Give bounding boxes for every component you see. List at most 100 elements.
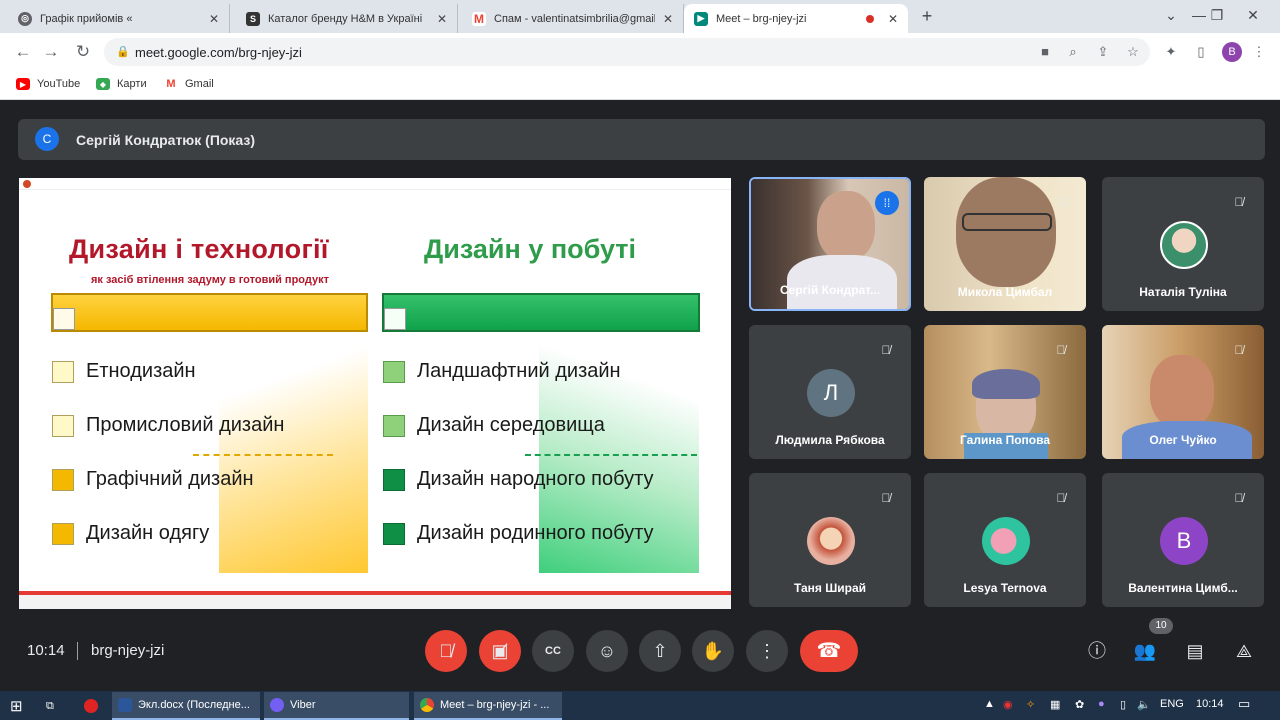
- battery-icon[interactable]: ▯: [1120, 698, 1126, 711]
- yellow-bar: [51, 293, 368, 332]
- bullet-square: [52, 360, 74, 383]
- close-icon[interactable]: ✕: [207, 12, 221, 26]
- list-item: Дизайн середовища: [383, 414, 605, 437]
- taskbar-app-word[interactable]: Экл.docx (Последне...: [112, 692, 260, 720]
- tab-title: Спам - valentinatsimbrilia@gmail: [494, 12, 655, 25]
- extensions-icon[interactable]: ✦: [1162, 44, 1180, 60]
- mic-off-button[interactable]: 🎙̸: [425, 630, 467, 672]
- tray-app-icon[interactable]: ✧: [1026, 698, 1035, 711]
- maximize-button[interactable]: ❐: [1202, 5, 1232, 25]
- participant-tile[interactable]: 🎙̸ Таня Ширай: [749, 473, 911, 607]
- slide-title-left: Дизайн і технології: [69, 234, 329, 264]
- slide-title-right: Дизайн у побуті: [424, 234, 637, 264]
- tray-app-icon[interactable]: ▦: [1050, 698, 1060, 711]
- bookmark-maps[interactable]: ◆ Карти: [96, 78, 147, 90]
- people-icon[interactable]: 👥: [1132, 638, 1158, 664]
- camera-icon[interactable]: ■: [1036, 44, 1054, 60]
- close-icon[interactable]: ✕: [435, 12, 449, 26]
- mic-muted-icon: 🎙̸: [1056, 343, 1066, 357]
- taskbar-app-chrome[interactable]: Meet – brg-njey-jzi - ...: [414, 692, 562, 720]
- tab-meet[interactable]: ▶ Meet – brg-njey-jzi ✕: [684, 4, 908, 33]
- tray-arrow-icon[interactable]: ▲: [984, 698, 995, 710]
- menu-dots-icon[interactable]: ⋮: [1250, 44, 1268, 60]
- bullet-square: [383, 522, 405, 545]
- bookmark-label: Gmail: [185, 78, 214, 90]
- taskbar-clock[interactable]: 10:14: [1196, 698, 1224, 710]
- task-view-icon[interactable]: ⧉: [40, 692, 60, 720]
- viber-tray-icon[interactable]: ●: [1098, 698, 1105, 710]
- participant-tile[interactable]: В 🎙̸ Валентина Цимб...: [1102, 473, 1264, 607]
- tray-app-icon[interactable]: ✿: [1075, 698, 1084, 711]
- mic-muted-icon: 🎙̸: [1234, 343, 1244, 357]
- participant-tile[interactable]: 🎙̸ Микола Цимбал: [924, 177, 1086, 311]
- participant-tile[interactable]: Л 🎙̸ Людмила Рябкова: [749, 325, 911, 459]
- activities-icon[interactable]: ⟁: [1231, 638, 1257, 664]
- opera-icon[interactable]: [78, 692, 110, 720]
- slide-window-titlebar: [19, 178, 731, 190]
- lock-icon[interactable]: 🔒: [116, 45, 130, 58]
- participant-video: [817, 191, 875, 261]
- bullet-square: [52, 414, 74, 437]
- yellow-gradient: [219, 343, 368, 573]
- info-icon[interactable]: ⓘ: [1084, 638, 1110, 664]
- more-options-button[interactable]: ⋮: [746, 630, 788, 672]
- notifications-icon[interactable]: ▭: [1238, 696, 1250, 712]
- forward-button[interactable]: →: [40, 41, 62, 63]
- list-item-text: Дизайн середовища: [417, 414, 605, 436]
- list-item: Дизайн родинного побуту: [383, 522, 654, 545]
- list-item-text: Дизайн одягу: [86, 522, 210, 544]
- taskbar-app-viber[interactable]: Viber: [264, 692, 409, 720]
- start-windows-icon[interactable]: ⊞: [4, 692, 29, 720]
- avatar: Л: [807, 369, 855, 417]
- zoom-icon[interactable]: ⌕: [1064, 44, 1082, 60]
- participant-tile[interactable]: 🎙̸ Олег Чуйко: [1102, 325, 1264, 459]
- tray-app-icon[interactable]: ◉: [1003, 698, 1013, 711]
- tab-schedule[interactable]: ◎ Графік прийомів « ✕: [8, 4, 230, 33]
- volume-icon[interactable]: 🔈: [1137, 698, 1151, 711]
- present-button[interactable]: ⇧: [639, 630, 681, 672]
- shop-s-icon: S: [246, 11, 260, 26]
- captions-button[interactable]: CC: [532, 630, 574, 672]
- chevron-down-icon[interactable]: ⌄: [1156, 5, 1186, 25]
- close-icon[interactable]: ✕: [886, 12, 900, 26]
- bookmark-gmail[interactable]: M Gmail: [164, 78, 214, 90]
- divider: [77, 642, 78, 660]
- participant-tile[interactable]: 🎙̸ Наталія Туліна: [1102, 177, 1264, 311]
- chrome-icon: [420, 698, 434, 712]
- participant-tile[interactable]: ⁞⁞ Сергій Кондрат...: [749, 177, 911, 311]
- input-language[interactable]: ENG: [1160, 698, 1184, 710]
- mic-muted-icon: 🎙̸: [1056, 195, 1066, 209]
- new-tab-button[interactable]: +: [916, 6, 938, 28]
- reload-button[interactable]: ↻: [72, 41, 94, 63]
- end-call-button[interactable]: ☎: [800, 630, 858, 672]
- mic-muted-icon: 🎙̸: [1234, 491, 1244, 505]
- avatar: [1160, 221, 1208, 269]
- participant-tile[interactable]: 🎙̸ Галина Попова: [924, 325, 1086, 459]
- bookmark-youtube[interactable]: ▶ YouTube: [16, 78, 80, 90]
- youtube-icon: ▶: [16, 78, 30, 90]
- meeting-time: 10:14: [27, 642, 65, 659]
- participant-name: Валентина Цимб...: [1128, 581, 1238, 595]
- participant-tile[interactable]: 🎙̸ Lesya Ternova: [924, 473, 1086, 607]
- list-item: Дизайн одягу: [52, 522, 209, 545]
- sidepanel-icon[interactable]: ▯: [1192, 44, 1210, 60]
- tab-hm-catalog[interactable]: S Каталог бренду H&M в Україні ✕: [236, 4, 458, 33]
- participant-video: [962, 213, 1052, 231]
- participant-name: Людмила Рябкова: [775, 433, 885, 447]
- close-icon[interactable]: ✕: [661, 12, 675, 26]
- camera-off-button[interactable]: ▣̸: [479, 630, 521, 672]
- url-text[interactable]: meet.google.com/brg-njey-jzi: [135, 45, 302, 60]
- gmail-icon: M: [164, 78, 178, 90]
- raise-hand-button[interactable]: ✋: [692, 630, 734, 672]
- bullet-square: [383, 414, 405, 437]
- mic-muted-icon: 🎙̸: [881, 491, 891, 505]
- chat-icon[interactable]: ▤: [1182, 638, 1208, 664]
- emoji-button[interactable]: ☺: [586, 630, 628, 672]
- profile-avatar[interactable]: B: [1222, 42, 1242, 62]
- share-icon[interactable]: ⇪: [1094, 44, 1112, 60]
- close-window-button[interactable]: ✕: [1238, 5, 1268, 25]
- bookmark-label: Карти: [117, 78, 147, 90]
- back-button[interactable]: ←: [12, 41, 34, 63]
- tab-gmail-spam[interactable]: M Спам - valentinatsimbrilia@gmail ✕: [462, 4, 684, 33]
- bookmark-star-icon[interactable]: ☆: [1124, 44, 1142, 60]
